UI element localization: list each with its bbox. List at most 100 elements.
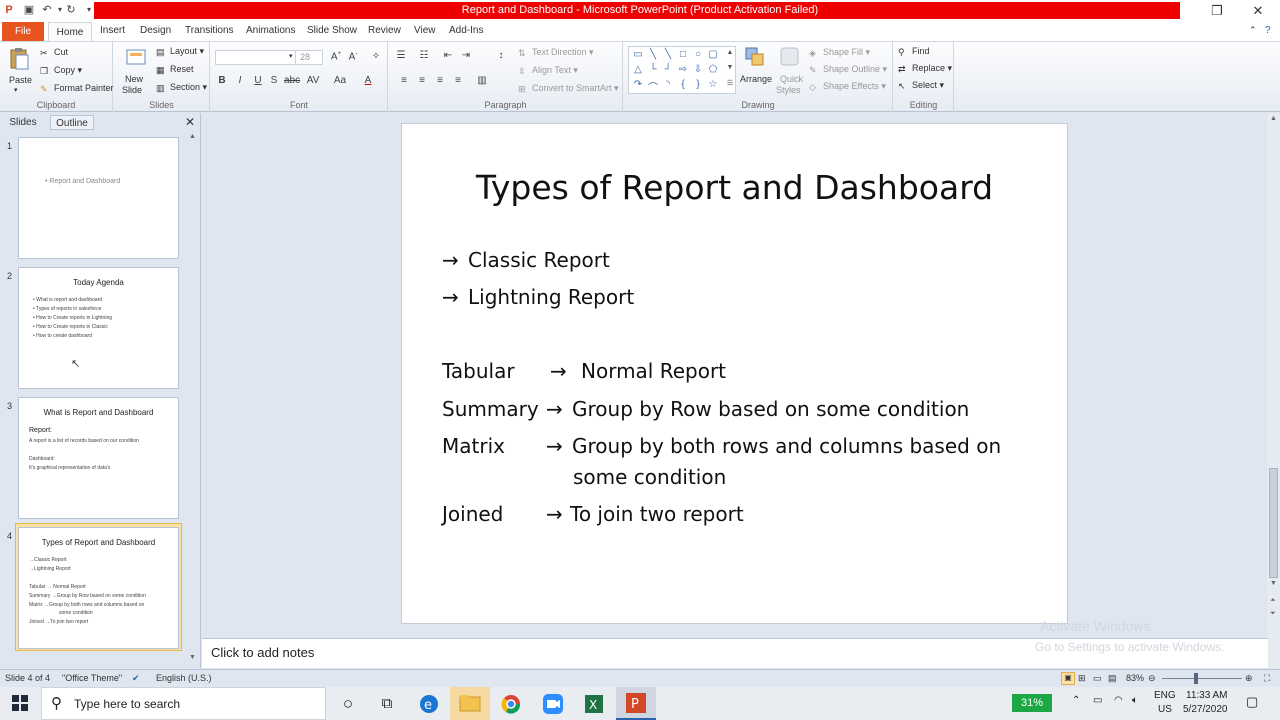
tab-file[interactable]: File xyxy=(2,22,44,42)
row-text-summary[interactable]: Group by Row based on some condition xyxy=(572,397,969,421)
zoom-in-icon[interactable]: ⊕ xyxy=(1245,673,1253,684)
slide-thumbnail-2[interactable]: Today Agenda • What is report and dashbo… xyxy=(18,267,179,389)
normal-view-icon[interactable]: ▣ xyxy=(1061,672,1075,685)
layout-button[interactable]: ▤ Layout ▾ xyxy=(156,46,204,57)
pentagon-shape-icon[interactable]: ⬠ xyxy=(706,64,720,75)
zoom-level[interactable]: 83% xyxy=(1126,673,1144,683)
row-label-summary[interactable]: Summary xyxy=(442,397,539,421)
arrange-button[interactable]: Arrange xyxy=(740,74,772,84)
triangle-shape-icon[interactable]: △ xyxy=(631,64,645,75)
next-slide-icon[interactable]: ⏷ xyxy=(1270,610,1276,618)
row-label-joined[interactable]: Joined xyxy=(442,502,503,526)
text-direction-button[interactable]: ⇅ Text Direction ▾ xyxy=(518,47,594,58)
font-family-dropdown-icon[interactable]: ▾ xyxy=(289,52,293,60)
rectangle-shape-icon[interactable]: □ xyxy=(676,49,690,60)
row-label-tabular[interactable]: Tabular xyxy=(442,359,515,383)
taskbar-search-box[interactable]: ⚲ Type here to search xyxy=(41,687,326,720)
new-slide-label-2[interactable]: Slide xyxy=(122,85,142,95)
slide-thumbnail-3[interactable]: What is Report and Dashboard Report: A r… xyxy=(18,397,179,519)
columns-icon[interactable]: ▥ xyxy=(475,75,489,86)
oval-shape-icon[interactable]: ○ xyxy=(691,49,705,60)
line-shape-icon[interactable]: ╲ xyxy=(646,49,660,60)
paste-icon[interactable] xyxy=(8,47,30,71)
zoom-slider[interactable] xyxy=(1162,678,1242,679)
row-text-matrix[interactable]: Group by both rows and columns based on xyxy=(572,434,1001,458)
powerpoint-taskbar-icon[interactable]: P xyxy=(616,687,656,720)
quick-styles-label-1[interactable]: Quick xyxy=(780,74,803,84)
shape-effects-button[interactable]: ◇ Shape Effects ▾ xyxy=(809,81,886,92)
scroll-down-icon[interactable]: ▼ xyxy=(1270,580,1277,587)
row-text-joined[interactable]: To join two report xyxy=(570,502,744,526)
down-arrow-shape-icon[interactable]: ⇩ xyxy=(691,64,705,75)
shapes-gallery[interactable]: ▭ ╲ ╲ □ ○ ▢ △ └ ┘ ⇨ ⇩ ⬠ ↷ ⌒ ◝ { } ☆ ▲ ▼ … xyxy=(628,46,736,94)
quick-styles-icon[interactable] xyxy=(779,46,801,70)
fit-to-window-icon[interactable]: ⛶ xyxy=(1264,673,1270,684)
strikethrough-icon[interactable]: abc xyxy=(284,75,300,86)
gallery-more-icon[interactable]: ☰ xyxy=(723,79,737,87)
cut-button[interactable]: ✂ Cut xyxy=(40,47,68,58)
input-region[interactable]: US xyxy=(1158,704,1172,715)
curve-shape-icon-2[interactable]: ◝ xyxy=(661,79,675,90)
close-button[interactable]: ✕ xyxy=(1243,2,1273,20)
brace-right-shape-icon[interactable]: } xyxy=(691,79,705,90)
tab-home[interactable]: Home xyxy=(48,22,92,43)
panel-scrollbar[interactable]: ▲ ▼ xyxy=(187,133,199,663)
line-shape-icon-2[interactable]: ╲ xyxy=(661,49,675,60)
scroll-down-icon[interactable]: ▼ xyxy=(189,654,196,661)
minimize-ribbon-icon[interactable]: ⌃ xyxy=(1249,25,1257,36)
elbow-shape-icon[interactable]: └ xyxy=(646,64,660,75)
format-painter-button[interactable]: ✎ Format Painter xyxy=(40,83,114,94)
slide-item-lightning[interactable]: Lightning Report xyxy=(468,285,634,309)
quick-styles-label-2[interactable]: Styles xyxy=(776,85,801,95)
increase-indent-icon[interactable]: ⇥ xyxy=(459,50,473,61)
battery-indicator[interactable]: 31% xyxy=(1012,694,1052,712)
zoom-out-icon[interactable]: ⊖ xyxy=(1148,673,1156,684)
show-hidden-icons[interactable]: ⌃ xyxy=(1072,695,1080,706)
brace-left-shape-icon[interactable]: { xyxy=(676,79,690,90)
arrange-icon[interactable] xyxy=(744,46,766,70)
cortana-icon[interactable]: ○ xyxy=(336,692,360,716)
slide-thumbnail-1[interactable]: • Report and Dashboard xyxy=(18,137,179,259)
tab-insert[interactable]: Insert xyxy=(100,25,125,36)
align-center-icon[interactable]: ≡ xyxy=(415,75,429,86)
new-slide-icon[interactable] xyxy=(125,46,147,70)
grow-font-icon[interactable]: A+ xyxy=(329,51,343,62)
line-spacing-icon[interactable]: ↕ xyxy=(494,50,508,61)
character-spacing-icon[interactable]: AV xyxy=(306,75,320,86)
theme-name[interactable]: "Office Theme" xyxy=(62,673,122,683)
scroll-up-icon[interactable]: ▲ xyxy=(1270,115,1277,122)
font-family-box[interactable] xyxy=(215,50,298,65)
change-case-icon[interactable]: Aa xyxy=(333,75,347,86)
copy-button[interactable]: ❐ Copy ▾ xyxy=(40,65,82,76)
tab-slide-show[interactable]: Slide Show xyxy=(307,25,357,36)
shrink-font-icon[interactable]: A- xyxy=(346,51,360,62)
convert-smartart-button[interactable]: ⊞ Convert to SmartArt ▾ xyxy=(518,83,619,94)
bold-icon[interactable]: B xyxy=(215,75,229,86)
slide-sorter-icon[interactable]: ⊞ xyxy=(1078,673,1086,684)
wifi-icon[interactable]: ◠ xyxy=(1114,695,1123,706)
tab-transitions[interactable]: Transitions xyxy=(185,25,234,36)
arc-shape-icon[interactable]: ⌒ xyxy=(646,79,660,94)
tab-animations[interactable]: Animations xyxy=(246,25,295,36)
scroll-up-icon[interactable]: ▲ xyxy=(189,133,196,140)
tab-slides-panel[interactable]: Slides xyxy=(4,115,42,130)
edge-icon[interactable]: e xyxy=(417,692,441,716)
star-shape-icon[interactable]: ☆ xyxy=(706,79,720,90)
decrease-indent-icon[interactable]: ⇤ xyxy=(441,50,455,61)
row-text-tabular[interactable]: Normal Report xyxy=(581,359,726,383)
help-icon[interactable]: ? xyxy=(1265,25,1271,36)
excel-icon[interactable]: X xyxy=(582,692,606,716)
language-indicator[interactable]: English (U.S.) xyxy=(156,673,212,683)
task-view-icon[interactable]: ⧉ xyxy=(375,692,399,716)
battery-icon[interactable]: ▭ xyxy=(1093,695,1102,706)
bullets-icon[interactable]: ☰ xyxy=(394,50,408,61)
input-language[interactable]: ENG xyxy=(1154,690,1176,701)
underline-icon[interactable]: U xyxy=(251,75,265,86)
notes-placeholder[interactable]: Click to add notes xyxy=(211,645,314,660)
align-right-icon[interactable]: ≡ xyxy=(433,75,447,86)
notifications-icon[interactable]: ▢ xyxy=(1246,694,1258,710)
chrome-icon[interactable] xyxy=(499,692,523,716)
font-color-icon[interactable]: A xyxy=(361,75,375,86)
italic-icon[interactable]: I xyxy=(233,75,247,86)
clock-date[interactable]: 5/27/2020 xyxy=(1183,704,1228,715)
